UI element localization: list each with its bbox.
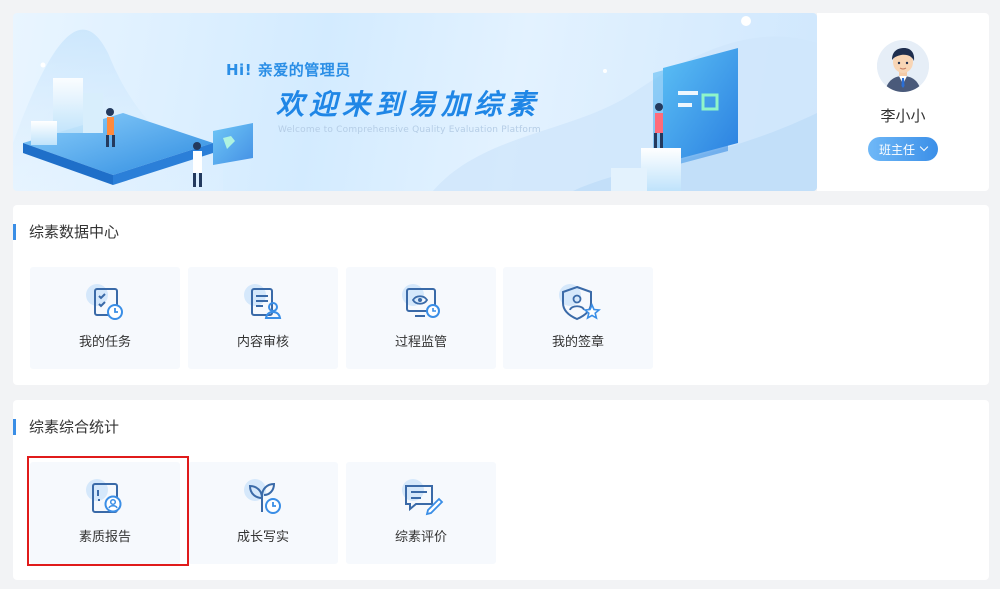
process-monitor-icon xyxy=(402,284,440,318)
section-title: 综素综合统计 xyxy=(13,418,119,436)
welcome-title: 欢迎来到易加综素 xyxy=(276,88,541,121)
tile-label: 过程监管 xyxy=(394,335,447,350)
growth-record-icon xyxy=(244,479,281,514)
section-title: 综素数据中心 xyxy=(13,223,119,241)
tile-label: 我的签章 xyxy=(551,335,604,350)
tile-my-signature[interactable]: 我的签章 xyxy=(503,267,653,369)
user-name: 李小小 xyxy=(880,107,926,125)
tile-content-review[interactable]: 内容审核 xyxy=(188,267,338,369)
tile-quality-report[interactable]: 素质报告 xyxy=(30,462,180,564)
tile-my-tasks[interactable]: 我的任务 xyxy=(30,267,180,369)
welcome-subtitle: Welcome to Comprehensive Quality Evaluat… xyxy=(278,125,541,135)
task-clipboard-icon xyxy=(86,284,123,320)
signature-seal-icon xyxy=(559,284,601,321)
data-center-section: 综素数据中心 我的任务 内容审核 过程监管 我的签章 xyxy=(13,205,989,385)
tile-label: 综素评价 xyxy=(394,530,447,545)
tile-label: 素质报告 xyxy=(78,530,131,545)
evaluation-comment-icon xyxy=(402,479,444,516)
content-review-icon xyxy=(244,284,282,319)
role-label: 班主任 xyxy=(878,142,915,157)
welcome-banner: Hi! 亲爱的管理员 欢迎来到易加综素 Welcome to Comprehen… xyxy=(13,13,817,191)
tile-label: 内容审核 xyxy=(236,335,289,350)
tile-growth-record[interactable]: 成长写实 xyxy=(188,462,338,564)
tile-process-monitor[interactable]: 过程监管 xyxy=(346,267,496,369)
user-card: 李小小 班主任 xyxy=(817,13,989,191)
role-dropdown-button[interactable]: 班主任 xyxy=(868,137,938,161)
greeting-text: Hi! 亲爱的管理员 xyxy=(226,61,351,79)
tile-evaluation[interactable]: 综素评价 xyxy=(346,462,496,564)
quality-report-icon xyxy=(86,479,122,513)
statistics-section: 综素综合统计 素质报告 成长写实 综素评价 xyxy=(13,400,989,580)
avatar xyxy=(877,40,929,92)
tile-label: 我的任务 xyxy=(78,335,131,350)
chevron-down-icon xyxy=(919,142,929,152)
tile-label: 成长写实 xyxy=(236,530,289,545)
